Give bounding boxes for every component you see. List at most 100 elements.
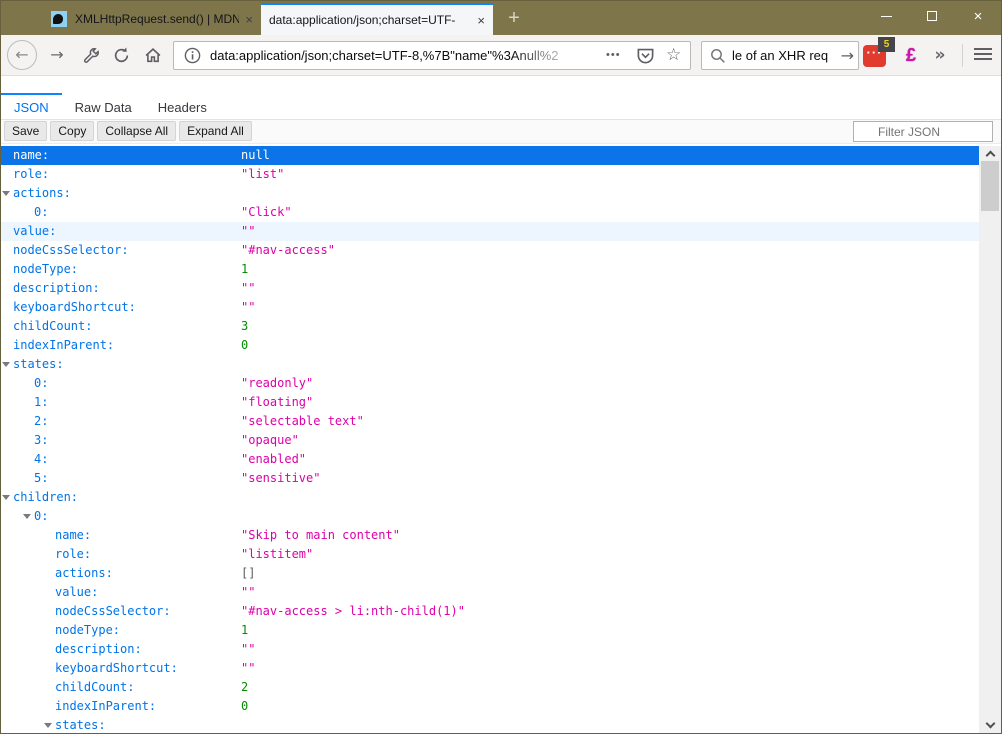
page-actions-icon[interactable]: ••• xyxy=(606,42,621,69)
collapse-twisty-icon[interactable] xyxy=(44,723,52,728)
collapse-twisty-icon[interactable] xyxy=(23,514,31,519)
json-row[interactable]: 5: "sensitive" xyxy=(1,469,979,488)
json-key: indexInParent: xyxy=(13,338,115,352)
new-tab-button[interactable]: + xyxy=(499,3,529,35)
toolbar-separator xyxy=(962,44,963,67)
back-button[interactable]: ← xyxy=(7,40,37,70)
page-info-icon[interactable] xyxy=(184,47,201,64)
tab-mdn[interactable]: XMLHttpRequest.send() | MDN × xyxy=(43,3,261,35)
json-row[interactable]: keyboardShortcut: "" xyxy=(1,298,979,317)
reload-icon[interactable] xyxy=(113,47,130,64)
tab-title: data:application/json;charset=UTF- xyxy=(269,13,456,27)
mdn-favicon-icon xyxy=(51,11,67,27)
json-row[interactable]: indexInParent: 0 xyxy=(1,697,979,716)
json-row[interactable]: value: "" xyxy=(1,583,979,602)
minimize-icon xyxy=(880,15,892,17)
json-key: 0: xyxy=(34,509,49,523)
close-button[interactable]: × xyxy=(955,1,1001,31)
json-value: "" xyxy=(241,281,256,295)
json-value: 2 xyxy=(241,680,249,694)
json-row[interactable]: children: xyxy=(1,488,979,507)
json-row[interactable]: indexInParent: 0 xyxy=(1,336,979,355)
json-row[interactable]: description: "" xyxy=(1,279,979,298)
json-row[interactable]: 1: "floating" xyxy=(1,393,979,412)
json-row[interactable]: 2: "selectable text" xyxy=(1,412,979,431)
json-row[interactable]: nodeCssSelector: "#nav-access > li:nth-ch… xyxy=(1,602,979,621)
json-row[interactable]: value: "" xyxy=(1,222,979,241)
copy-button[interactable]: Copy xyxy=(50,121,95,141)
json-row[interactable]: childCount: 2 xyxy=(1,678,979,697)
json-key: nodeCssSelector: xyxy=(13,243,129,257)
menu-icon[interactable] xyxy=(974,48,992,63)
minimize-button[interactable] xyxy=(863,1,909,31)
json-row[interactable]: name: "Skip to main content" xyxy=(1,526,979,545)
json-row[interactable]: actions: [] xyxy=(1,564,979,583)
json-viewer-toolbar: Save Copy Collapse All Expand All xyxy=(1,120,1001,144)
bookmark-star-icon[interactable]: ☆ xyxy=(666,42,681,69)
tab-json[interactable]: JSON xyxy=(1,93,62,119)
extension-pink-icon[interactable]: £ xyxy=(900,35,922,75)
json-row[interactable]: nodeType: 1 xyxy=(1,260,979,279)
tab-close-icon[interactable]: × xyxy=(239,12,253,27)
json-key: value: xyxy=(13,224,57,238)
tab-headers[interactable]: Headers xyxy=(145,93,220,119)
forward-button[interactable]: → xyxy=(45,35,69,75)
json-row[interactable]: 4: "enabled" xyxy=(1,450,979,469)
search-go-icon[interactable]: → xyxy=(841,42,854,69)
json-row[interactable]: states: xyxy=(1,355,979,374)
json-row[interactable]: role: "listitem" xyxy=(1,545,979,564)
expand-all-button[interactable]: Expand All xyxy=(179,121,252,141)
json-row[interactable]: childCount: 3 xyxy=(1,317,979,336)
json-row[interactable]: role: "list" xyxy=(1,165,979,184)
navigation-toolbar: ← → data:application/json;charset=UTF-8,… xyxy=(1,35,1001,76)
json-key: childCount: xyxy=(55,680,135,694)
url-bar[interactable]: data:application/json;charset=UTF-8,%7B"… xyxy=(173,41,691,70)
json-row[interactable]: name: null xyxy=(1,146,979,165)
tab-json-data[interactable]: data:application/json;charset=UTF- × xyxy=(261,3,493,35)
json-key: 4: xyxy=(34,452,49,466)
scroll-down-icon[interactable] xyxy=(979,718,1001,733)
json-row[interactable]: 0: "Click" xyxy=(1,203,979,222)
json-row[interactable]: states: xyxy=(1,716,979,733)
wrench-icon[interactable] xyxy=(83,47,100,64)
json-row[interactable]: 0: "readonly" xyxy=(1,374,979,393)
back-arrow-icon: ← xyxy=(15,45,29,64)
tab-raw-data[interactable]: Raw Data xyxy=(62,93,145,119)
json-row[interactable]: 0: xyxy=(1,507,979,526)
json-key: 0: xyxy=(34,376,49,390)
collapse-twisty-icon[interactable] xyxy=(2,495,10,500)
json-value: "listitem" xyxy=(241,547,314,561)
json-row[interactable]: actions: xyxy=(1,184,979,203)
search-bar[interactable]: le of an XHR req → xyxy=(701,41,859,70)
home-icon[interactable] xyxy=(144,47,162,64)
json-key: 5: xyxy=(34,471,49,485)
json-value: "list" xyxy=(241,167,285,181)
json-key: keyboardShortcut: xyxy=(13,300,136,314)
collapse-twisty-icon[interactable] xyxy=(2,362,10,367)
json-row[interactable]: 3: "opaque" xyxy=(1,431,979,450)
save-button[interactable]: Save xyxy=(4,121,48,141)
json-value: null xyxy=(241,148,270,162)
json-row[interactable]: keyboardShortcut: "" xyxy=(1,659,979,678)
tab-close-icon[interactable]: × xyxy=(471,13,485,28)
json-row[interactable]: nodeType: 1 xyxy=(1,621,979,640)
json-row[interactable]: description: "" xyxy=(1,640,979,659)
collapse-twisty-icon[interactable] xyxy=(2,191,10,196)
scroll-up-icon[interactable] xyxy=(979,146,1001,161)
maximize-icon xyxy=(927,11,937,21)
json-key: states: xyxy=(55,718,106,732)
json-row[interactable]: nodeCssSelector: "#nav-access" xyxy=(1,241,979,260)
maximize-button[interactable] xyxy=(909,1,955,31)
json-key: actions: xyxy=(13,186,71,200)
json-value: 0 xyxy=(241,338,249,352)
pocket-icon[interactable] xyxy=(636,46,655,65)
overflow-chevron-icon[interactable]: » xyxy=(927,35,953,75)
json-key: children: xyxy=(13,490,79,504)
json-key: value: xyxy=(55,585,99,599)
filter-json-input[interactable] xyxy=(853,121,993,142)
vertical-scrollbar[interactable] xyxy=(979,146,1001,733)
collapse-all-button[interactable]: Collapse All xyxy=(97,121,177,141)
json-key: role: xyxy=(13,167,50,181)
search-input[interactable]: le of an XHR req xyxy=(732,42,828,69)
scrollbar-thumb[interactable] xyxy=(981,161,999,211)
